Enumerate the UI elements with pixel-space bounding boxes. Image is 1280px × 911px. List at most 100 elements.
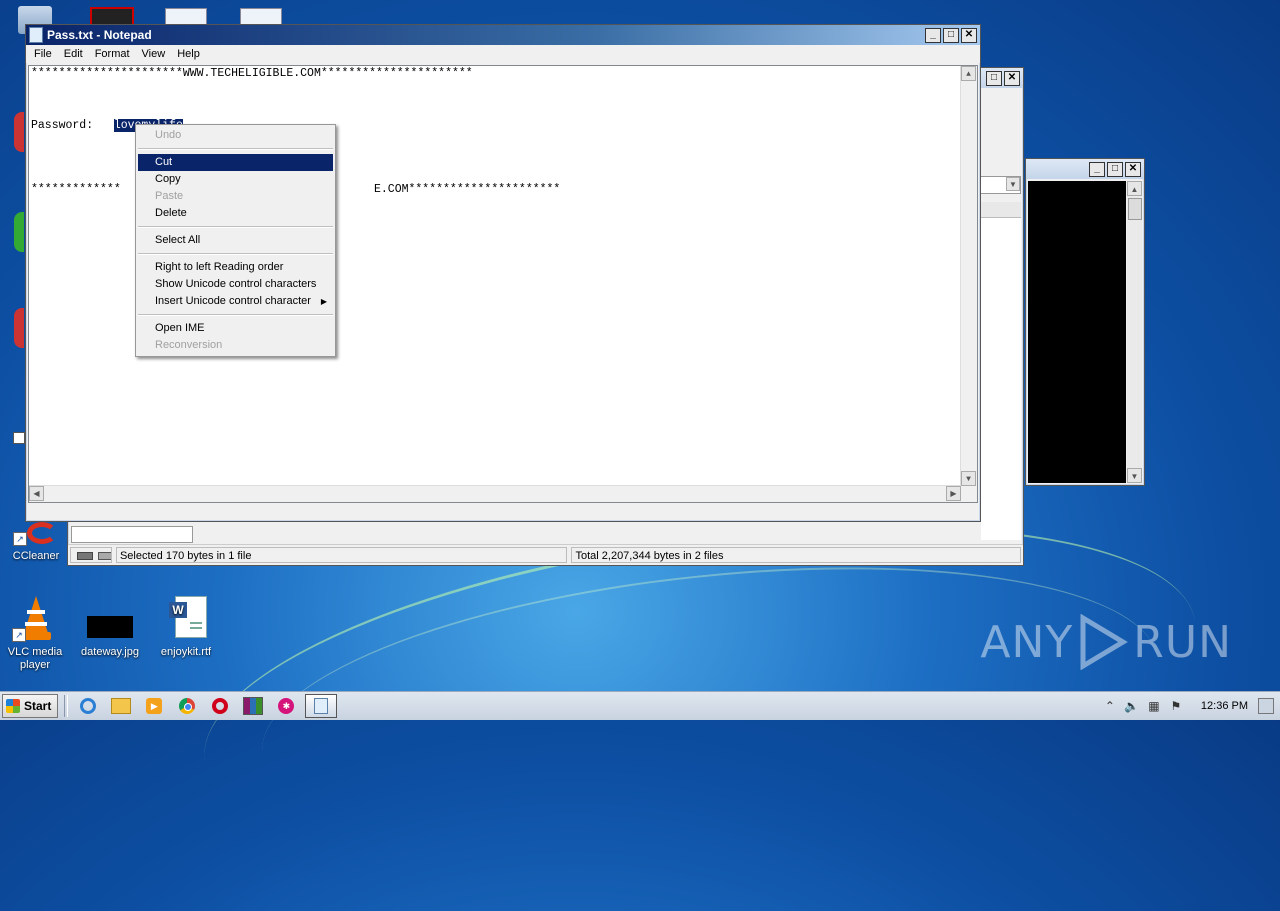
scroll-up-button[interactable]: ▲ [1127,181,1142,196]
menu-bar: File Edit Format View Help [26,45,980,63]
ctx-separator [138,226,333,228]
resize-grip[interactable] [961,486,977,502]
context-menu: Undo Cut Copy Paste Delete Select All Ri… [135,124,336,357]
desktop-icon-label: CCleaner [12,550,60,562]
show-desktop-button[interactable] [1258,698,1274,714]
ctx-separator [138,148,333,150]
desktop-icon-partial-1[interactable] [14,112,24,152]
submenu-arrow-icon: ▶ [320,297,327,306]
maximize-button[interactable]: □ [986,70,1002,86]
desktop-icon-label: dateway.jpg [81,646,139,658]
menu-help[interactable]: Help [171,45,206,63]
console-body[interactable] [1028,181,1126,483]
ctx-copy[interactable]: Copy [138,171,333,188]
desktop-icon-vlc[interactable]: ↗ VLC media player [0,596,70,672]
media-app-icon[interactable]: ✱ [272,695,300,717]
ctx-open-ime[interactable]: Open IME [138,320,333,337]
desktop-icon-ccleaner[interactable]: ↗ CCleaner [1,522,71,563]
desktop-icon-partial-3[interactable] [14,308,24,348]
ctx-undo[interactable]: Undo [138,127,333,144]
notepad-titlebar[interactable]: Pass.txt - Notepad _ □ ✕ [26,25,980,45]
desktop-icon-dateway[interactable]: dateway.jpg [75,596,145,659]
desktop-icon-enjoykit[interactable]: W enjoykit.rtf [151,596,221,659]
start-button[interactable]: Start [2,694,59,718]
maximize-button[interactable]: □ [943,27,959,43]
horizontal-scrollbar[interactable]: ◀ ▶ [29,485,961,502]
notepad-icon [314,698,329,714]
ctx-separator [138,314,333,316]
password-label: Password: [31,119,114,132]
internet-explorer-icon[interactable] [74,695,102,717]
explorer-list-area[interactable] [981,218,1021,540]
menu-view[interactable]: View [136,45,172,63]
taskbar-separator [64,695,69,717]
close-button[interactable]: ✕ [961,27,977,43]
word-document-icon: W [163,596,209,642]
maximize-button[interactable]: □ [1107,161,1123,177]
scroll-up-button[interactable]: ▲ [961,66,976,81]
explorer-statusbar: Selected 170 bytes in 1 file Total 2,207… [68,544,1023,565]
ctx-delete[interactable]: Delete [138,205,333,222]
notepad-icon [29,27,43,43]
console-titlebar[interactable]: _ □ ✕ [1026,159,1144,179]
banner-bottom-right: E.COM********************** [374,183,561,196]
desktop-icon-label: enjoykit.rtf [160,646,212,658]
watermark-text-left: ANY [980,616,1074,668]
menu-file[interactable]: File [28,45,58,63]
anyrun-watermark: ANY RUN [980,614,1232,670]
network-icon[interactable]: ▦ [1146,698,1162,714]
banner-bottom-left: ************* [31,183,121,196]
ctx-insert-unicode[interactable]: Insert Unicode control character ▶ [138,293,333,310]
file-explorer-icon[interactable] [107,695,135,717]
system-tray: ⌃ 🔈 ▦ ⚑ 12:36 PM [1099,692,1280,720]
ctx-paste[interactable]: Paste [138,188,333,205]
chevron-down-icon[interactable]: ▼ [1006,177,1020,191]
volume-icon[interactable]: 🔈 [1124,698,1140,714]
action-center-flag-icon[interactable]: ⚑ [1168,698,1184,714]
scroll-down-button[interactable]: ▼ [1127,468,1142,483]
show-hidden-icons-icon[interactable]: ⌃ [1102,698,1118,714]
opera-icon[interactable] [206,695,234,717]
media-player-icon[interactable]: ▶ [140,695,168,717]
ctx-reconversion[interactable]: Reconversion [138,337,333,354]
taskbar: Start ▶ ✱ ⌃ 🔈 ▦ ⚑ 12:36 PM [0,691,1280,720]
scroll-left-button[interactable]: ◀ [29,486,44,501]
winrar-icon[interactable] [239,695,267,717]
scroll-down-button[interactable]: ▼ [961,471,976,486]
scroll-right-button[interactable]: ▶ [946,486,961,501]
minimize-button[interactable]: _ [1089,161,1105,177]
windows-logo-icon [6,699,20,713]
menu-format[interactable]: Format [89,45,136,63]
ctx-show-unicode[interactable]: Show Unicode control characters [138,276,333,293]
chrome-icon[interactable] [173,695,201,717]
menu-edit[interactable]: Edit [58,45,89,63]
start-label: Start [24,699,52,713]
ctx-select-all[interactable]: Select All [138,232,333,249]
status-selected: Selected 170 bytes in 1 file [115,547,568,563]
drive-icons-pane [70,547,112,563]
console-scrollbar[interactable]: ▲ ▼ [1127,181,1142,483]
explorer-address-field[interactable] [71,526,193,543]
close-button[interactable]: ✕ [1125,161,1141,177]
shortcut-arrow-icon [13,432,25,444]
clock[interactable]: 12:36 PM [1201,700,1248,712]
drive-icon [77,552,93,561]
notepad-taskbar-button[interactable] [305,694,338,718]
minimize-button[interactable]: _ [925,27,941,43]
desktop-icon-partial-2[interactable] [14,212,24,252]
console-window[interactable]: _ □ ✕ ▲ ▼ [1025,158,1145,486]
ctx-rtl-reading-order[interactable]: Right to left Reading order [138,259,333,276]
scroll-thumb[interactable] [1128,198,1142,220]
ctx-cut[interactable]: Cut [138,154,333,171]
shortcut-arrow-icon: ↗ [12,628,26,642]
status-total: Total 2,207,344 bytes in 2 files [571,547,1021,563]
play-logo-icon [1080,614,1129,670]
explorer-dropdown[interactable]: ▼ [979,176,1021,194]
close-button[interactable]: ✕ [1004,70,1020,86]
watermark-text-right: RUN [1133,616,1232,668]
shortcut-arrow-icon: ↗ [13,532,27,546]
vertical-scrollbar[interactable]: ▲ ▼ [960,66,977,486]
explorer-toolbar-area [985,108,1021,168]
vlc-icon: ↗ [12,596,58,642]
banner-top-line: **********************WWW.TECHELIGIBLE.C… [31,67,473,80]
